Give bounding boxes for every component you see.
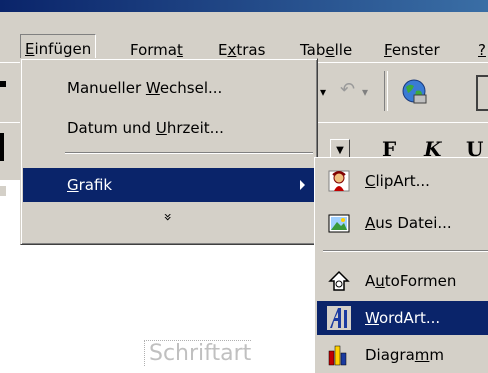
submenu-separator xyxy=(323,250,488,252)
submenu-item-autoformen[interactable]: AutoFormen xyxy=(317,264,488,298)
web-globe-icon[interactable] xyxy=(400,77,430,107)
wordart-icon xyxy=(327,306,351,330)
submenu-item-clipart[interactable]: ClipArt... xyxy=(317,164,488,198)
submenu-item-wordart[interactable]: WordArt... xyxy=(317,301,488,335)
menu-fenster[interactable]: Fenster xyxy=(380,36,444,64)
chart-icon xyxy=(328,345,347,366)
menu-item-grafik[interactable]: Grafik xyxy=(23,168,315,202)
picture-from-file-icon xyxy=(328,214,350,233)
submenu-arrow-icon xyxy=(300,180,305,190)
document-text: Schriftart xyxy=(144,340,252,366)
submenu-item-diagramm[interactable]: Diagramm xyxy=(317,338,488,372)
submenu-item-aus-datei[interactable]: Aus Datei... xyxy=(317,206,488,240)
menu-separator xyxy=(65,152,313,154)
autoshapes-icon xyxy=(328,270,350,291)
redo-dropdown-icon[interactable]: ▾ xyxy=(362,85,368,99)
menu-item-datum-und-uhrzeit[interactable]: Datum und Uhrzeit... xyxy=(23,111,315,145)
redo-icon[interactable]: ↶ xyxy=(340,79,355,100)
toolbar-fragment xyxy=(0,81,6,87)
undo-dropdown-icon[interactable]: ▾ xyxy=(320,85,326,99)
style-combo-fragment xyxy=(0,133,4,161)
grafik-submenu: ClipArt... Aus Datei... AutoFormen WordA… xyxy=(314,157,488,373)
einfuegen-dropdown-menu: Manueller Wechsel... Datum und Uhrzeit..… xyxy=(20,58,318,245)
menu-help[interactable]: ? xyxy=(474,36,488,64)
expand-menu-chevron-icon[interactable]: » xyxy=(21,209,313,225)
toolbar-separator xyxy=(384,71,388,111)
menu-bar: Einfügen Format Extras Tabelle Fenster ? xyxy=(0,12,488,64)
window-title-bar xyxy=(0,0,488,12)
ruler-fragment xyxy=(0,186,6,196)
clipart-icon xyxy=(328,170,350,192)
menu-item-manueller-wechsel[interactable]: Manueller Wechsel... xyxy=(23,71,315,105)
table-button-icon[interactable] xyxy=(476,75,488,111)
